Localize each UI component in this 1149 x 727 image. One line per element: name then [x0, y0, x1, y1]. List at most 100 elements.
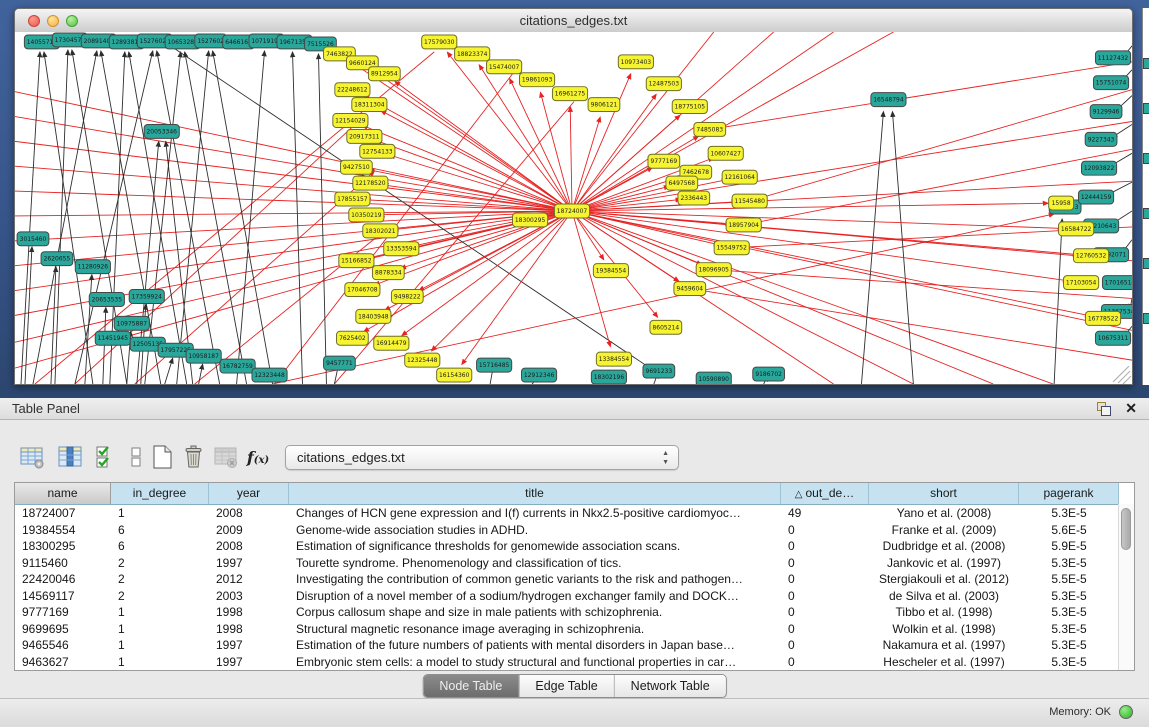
show-columns-icon[interactable]	[56, 443, 84, 471]
graph-node[interactable]: 18311304	[352, 98, 387, 112]
column-header-out_de[interactable]: △out_de…	[781, 483, 869, 504]
graph-node[interactable]: 10607427	[708, 146, 743, 160]
graph-node[interactable]: 18957904	[726, 218, 761, 232]
graph-node[interactable]: 10975887	[114, 316, 149, 330]
graph-node[interactable]: 12323448	[252, 368, 287, 382]
graph-node[interactable]: 9227343	[1085, 132, 1117, 146]
graph-node[interactable]: 12325448	[405, 353, 440, 367]
graph-node[interactable]: 16548794	[871, 93, 906, 107]
column-header-title[interactable]: title	[289, 483, 781, 504]
graph-node[interactable]: 18302021	[363, 224, 398, 238]
graph-node[interactable]: 2620655	[41, 252, 73, 266]
graph-node[interactable]: 11127432	[1095, 51, 1130, 65]
graph-node[interactable]: 18300295	[513, 213, 548, 227]
row-panel-icon[interactable]	[122, 443, 150, 471]
table-row[interactable]: 911546021997Tourette syndrome. Phenomeno…	[15, 555, 1134, 572]
graph-node[interactable]: 18724007	[554, 204, 589, 218]
graph-node[interactable]: 15549752	[714, 241, 749, 255]
tab-network-table[interactable]: Network Table	[615, 675, 726, 697]
graph-node[interactable]: 16914479	[374, 336, 409, 350]
scrollbar-thumb[interactable]	[1121, 508, 1131, 550]
graph-node[interactable]: 9498222	[391, 290, 423, 304]
graph-node[interactable]: 16584722	[1059, 222, 1094, 236]
graph-node[interactable]: 6497568	[666, 176, 698, 190]
graph-node[interactable]: 20917311	[347, 129, 382, 143]
graph-node[interactable]: 12754133	[360, 144, 395, 158]
tab-edge-table[interactable]: Edge Table	[519, 675, 614, 697]
graph-node[interactable]: 17855157	[335, 192, 370, 206]
table-select-dropdown[interactable]: citations_edges.txt ▲▼	[285, 445, 679, 470]
delete-columns-icon[interactable]	[180, 443, 208, 471]
graph-node[interactable]: 2336443	[678, 191, 710, 205]
graph-node[interactable]: 17016514	[1102, 276, 1132, 290]
graph-node[interactable]: 7625402	[337, 331, 369, 345]
graph-node[interactable]: 12154029	[333, 114, 368, 128]
graph-node[interactable]: 10590890	[696, 372, 731, 384]
graph-node[interactable]: 3015460	[17, 232, 49, 246]
graph-node[interactable]: 18823374	[455, 47, 490, 61]
graph-node[interactable]: 9459604	[674, 282, 706, 296]
graph-node[interactable]: 16154360	[437, 368, 472, 382]
table-row[interactable]: 2242004622012Investigating the contribut…	[15, 571, 1134, 588]
graph-node[interactable]: 10675311	[1095, 331, 1130, 345]
graph-node[interactable]: 8912954	[368, 67, 400, 81]
graph-node[interactable]: 18096905	[696, 263, 731, 277]
graph-node[interactable]: 12178520	[353, 176, 388, 190]
table-vertical-scrollbar[interactable]	[1118, 504, 1134, 670]
graph-node[interactable]: 17359924	[129, 290, 164, 304]
graph-node[interactable]: 12760532	[1074, 249, 1109, 263]
graph-node[interactable]: 18775105	[672, 100, 707, 114]
graph-node[interactable]: 12912346	[521, 368, 556, 382]
graph-node[interactable]: 22248612	[335, 83, 370, 97]
graph-node[interactable]: 10973403	[618, 55, 653, 69]
graph-node[interactable]: 17579030	[422, 35, 457, 49]
table-mode-icon[interactable]	[18, 443, 46, 471]
graph-node[interactable]: 10958187	[186, 349, 221, 363]
graph-node[interactable]: 12487503	[646, 77, 681, 91]
graph-node[interactable]: 1527602	[195, 34, 227, 48]
graph-node[interactable]: 15474007	[487, 60, 522, 74]
graph-node[interactable]: 13353594	[384, 242, 419, 256]
graph-node[interactable]: 9806121	[588, 98, 620, 112]
column-header-year[interactable]: year	[209, 483, 289, 504]
graph-node[interactable]: 12093822	[1081, 161, 1116, 175]
graph-node[interactable]: 16778522	[1085, 311, 1120, 325]
graph-node[interactable]: 9427510	[341, 160, 373, 174]
graph-node[interactable]: 13384554	[596, 352, 631, 366]
graph-node[interactable]: 7485083	[694, 122, 726, 136]
table-row[interactable]: 977716911998Corpus callosum shape and si…	[15, 604, 1134, 621]
graph-node[interactable]: 10350219	[349, 208, 384, 222]
graph-node[interactable]: 19861093	[519, 73, 554, 87]
table-row[interactable]: 946554611997Estimation of the future num…	[15, 637, 1134, 654]
column-header-name[interactable]: name	[15, 483, 111, 504]
graph-node[interactable]: 9457771	[324, 356, 356, 370]
memory-status-indicator[interactable]	[1119, 705, 1133, 719]
graph-node[interactable]: 15166852	[339, 254, 374, 268]
graph-node[interactable]: 9691233	[643, 364, 675, 378]
network-window[interactable]: citations_edges.txt 14055714173045732089…	[14, 8, 1133, 385]
graph-node[interactable]: 8605214	[650, 320, 682, 334]
table-row[interactable]: 1938455462009Genome-wide association stu…	[15, 522, 1134, 539]
graph-node[interactable]: 18302196	[591, 370, 626, 384]
select-mode-icon[interactable]	[92, 443, 120, 471]
graph-node[interactable]: 9777169	[648, 154, 680, 168]
graph-node[interactable]: 20053346	[144, 124, 179, 138]
citation-network-graph[interactable]: 1405571417304573208914061289381915276021…	[15, 32, 1132, 384]
graph-node[interactable]: 16782759	[220, 359, 255, 373]
table-row[interactable]: 1830029562008Estimation of significance …	[15, 538, 1134, 555]
graph-node[interactable]: 17046708	[345, 283, 380, 297]
column-header-pagerank[interactable]: pagerank	[1019, 483, 1119, 504]
table-row[interactable]: 946362711997Embryonic stem cells: a mode…	[15, 654, 1134, 671]
table-row[interactable]: 969969511998Structural magnetic resonanc…	[15, 621, 1134, 638]
new-column-icon[interactable]	[148, 443, 176, 471]
graph-node[interactable]: 17103054	[1064, 276, 1099, 290]
graph-node[interactable]: 11280926	[75, 260, 110, 274]
close-panel-icon[interactable]: ✕	[1125, 400, 1137, 417]
graph-node[interactable]: 11545480	[732, 194, 767, 208]
graph-node[interactable]: 15958	[1049, 196, 1074, 210]
column-header-short[interactable]: short	[869, 483, 1019, 504]
graph-node[interactable]: 9186702	[753, 367, 785, 381]
graph-node[interactable]: 9129946	[1090, 105, 1122, 119]
graph-node[interactable]: 8878334	[372, 266, 404, 280]
float-panel-icon[interactable]	[1097, 402, 1111, 416]
